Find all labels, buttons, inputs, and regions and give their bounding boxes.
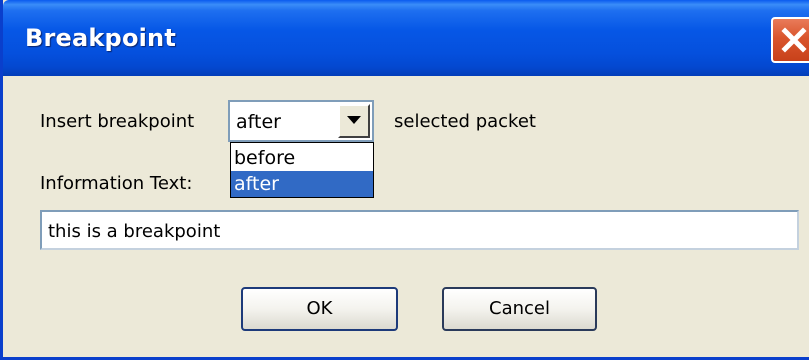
position-select[interactable]: after <box>228 100 374 142</box>
position-select-value: after <box>236 111 281 133</box>
information-text-field[interactable] <box>40 210 799 250</box>
cancel-button[interactable]: Cancel <box>442 287 597 331</box>
title-bar[interactable]: Breakpoint <box>3 0 809 76</box>
dropdown-arrow-button[interactable] <box>338 104 370 138</box>
chevron-down-icon <box>347 116 361 124</box>
option-after[interactable]: after <box>231 171 373 197</box>
window-title: Breakpoint <box>25 24 177 52</box>
ok-button[interactable]: OK <box>241 287 398 331</box>
breakpoint-dialog: Breakpoint Insert breakpoint after selec… <box>0 0 809 360</box>
close-icon <box>781 27 807 53</box>
information-text-input[interactable] <box>46 214 790 248</box>
information-text-label: Information Text: <box>40 173 193 194</box>
option-before[interactable]: before <box>231 145 373 171</box>
selected-packet-label: selected packet <box>394 111 536 132</box>
position-dropdown-list: before after <box>230 142 374 198</box>
close-button[interactable] <box>771 17 809 63</box>
insert-breakpoint-label: Insert breakpoint <box>40 111 195 132</box>
